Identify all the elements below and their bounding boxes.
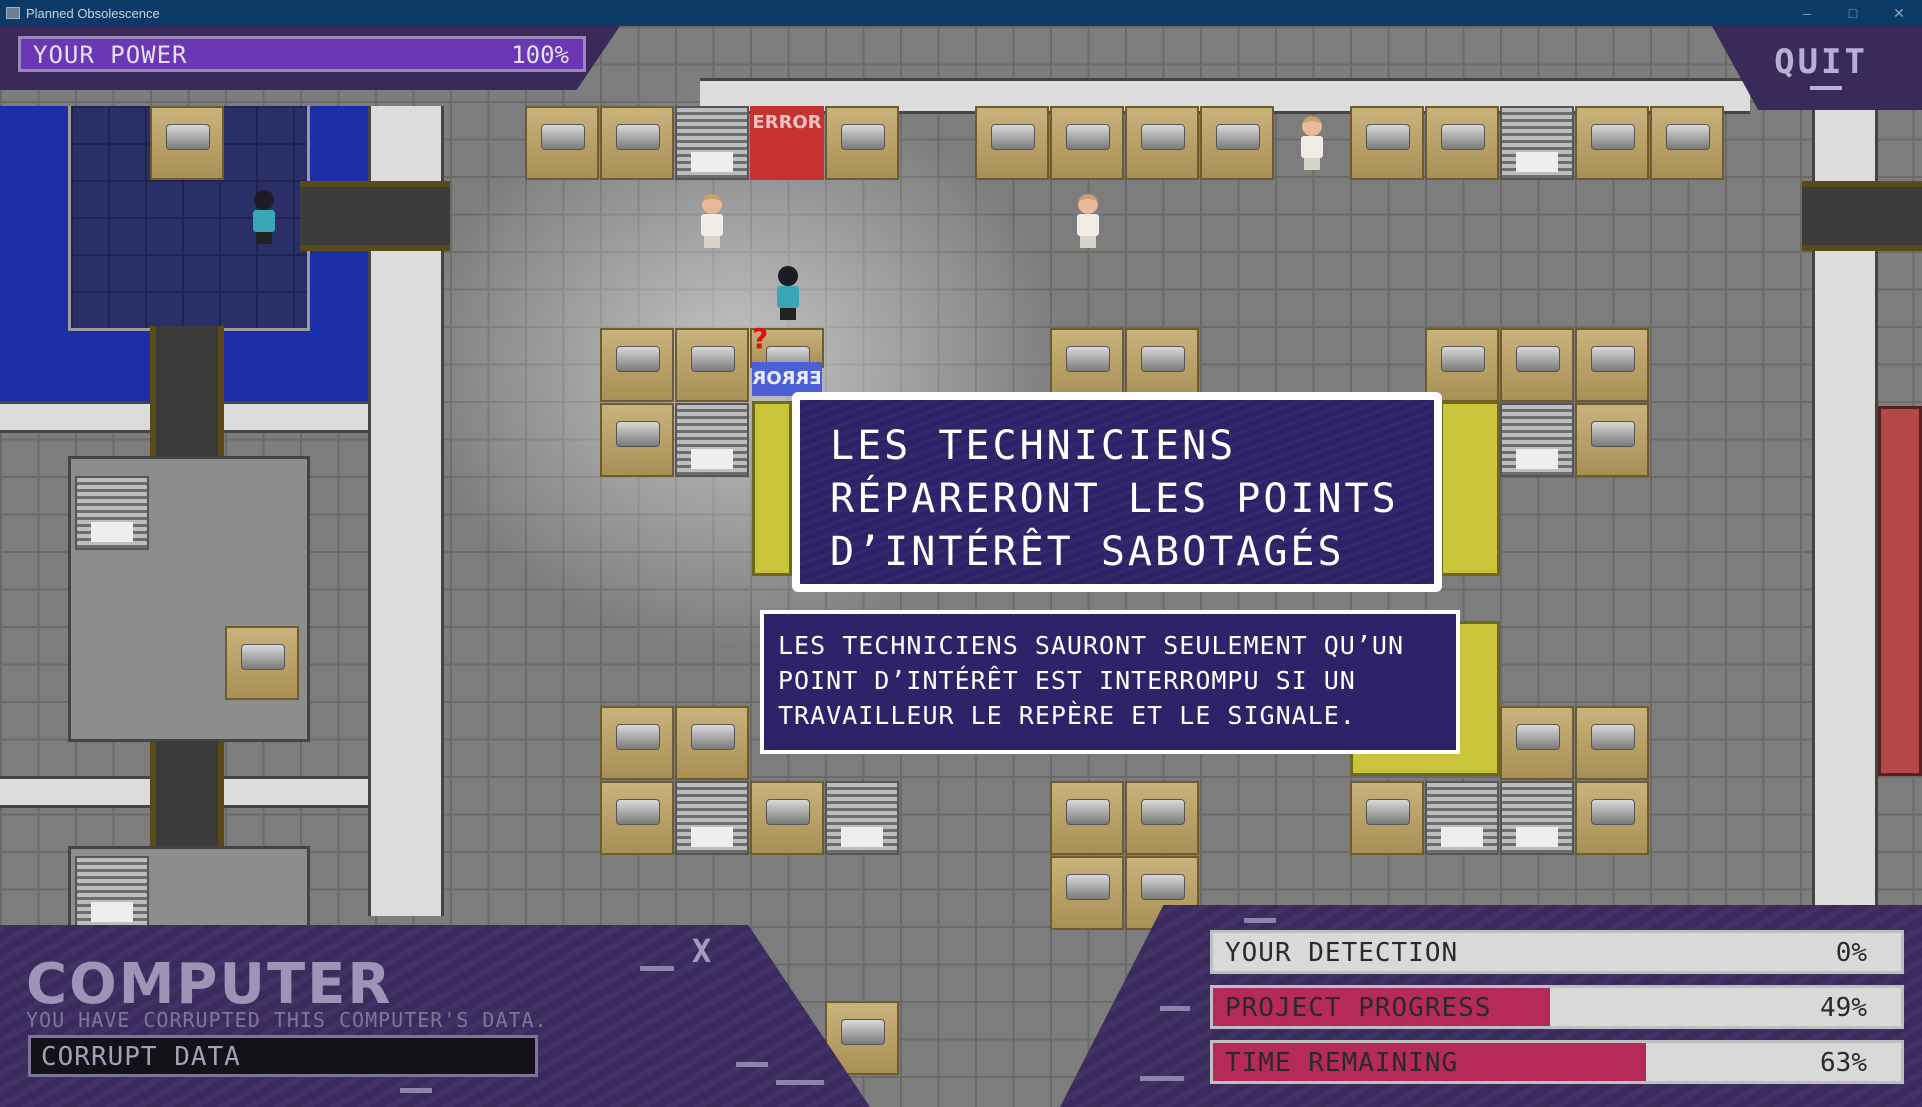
computer-desk[interactable] <box>1125 106 1199 180</box>
server-rack[interactable] <box>1500 781 1574 855</box>
panel-decoration <box>776 1080 824 1085</box>
computer-desk[interactable] <box>1125 781 1199 855</box>
power-bar: YOUR POWER 100% <box>18 36 586 72</box>
project-progress-bar: PROJECT PROGRESS 49% <box>1210 985 1904 1029</box>
server-rack[interactable] <box>1425 781 1499 855</box>
computer-desk[interactable] <box>600 781 674 855</box>
technician-sprite <box>1072 194 1104 250</box>
error-label-mirrored: ERROR <box>752 368 822 389</box>
computer-desk[interactable] <box>600 706 674 780</box>
server-rack[interactable] <box>1500 403 1574 477</box>
walkway-horizontal <box>300 181 450 251</box>
maximize-icon[interactable]: □ <box>1830 0 1876 26</box>
panel-decoration <box>736 1062 768 1067</box>
computer-desk[interactable] <box>1200 106 1274 180</box>
computer-desk[interactable] <box>825 106 899 180</box>
window-titlebar: Planned Obsolescence – □ ✕ <box>0 0 1922 26</box>
computer-desk[interactable] <box>1050 781 1124 855</box>
computer-desk[interactable] <box>600 106 674 180</box>
computer-desk[interactable] <box>525 106 599 180</box>
coworker-sprite <box>248 190 280 246</box>
project-progress-label: PROJECT PROGRESS <box>1225 993 1492 1023</box>
panel-decoration <box>1140 1076 1184 1081</box>
computer-desk[interactable] <box>1500 706 1574 780</box>
walkway-vertical <box>150 326 224 476</box>
tutorial-body: LES TECHNICIENS SAURONT SEULEMENT QU’UN … <box>778 631 1404 730</box>
computer-desk[interactable] <box>1125 328 1199 402</box>
panel-decoration <box>1244 918 1276 923</box>
computer-desk[interactable] <box>675 706 749 780</box>
computer-desk[interactable] <box>600 403 674 477</box>
server-rack[interactable] <box>675 403 749 477</box>
error-flag-blue[interactable]: ERROR <box>752 362 822 396</box>
walkway-horizontal-right <box>1802 181 1922 251</box>
computer-desk[interactable] <box>1575 781 1649 855</box>
server-rack[interactable] <box>675 106 749 180</box>
yellow-barrier <box>752 401 792 576</box>
server-rack[interactable] <box>1500 106 1574 180</box>
red-door <box>1878 406 1922 776</box>
computer-desk[interactable] <box>600 328 674 402</box>
app-icon <box>6 7 20 19</box>
panel-decoration <box>1160 1006 1190 1011</box>
server-rack[interactable] <box>75 476 149 550</box>
computer-desk[interactable] <box>1575 706 1649 780</box>
technician-sprite <box>696 194 728 250</box>
detection-label: YOUR DETECTION <box>1225 938 1459 968</box>
computer-desk[interactable] <box>1350 106 1424 180</box>
tutorial-title-box: LES TECHNICIENS RÉPARERONT LES POINTS D’… <box>792 392 1442 592</box>
time-remaining-value: 63% <box>1820 1048 1867 1078</box>
time-remaining-bar: TIME REMAINING 63% <box>1210 1040 1904 1084</box>
time-remaining-label: TIME REMAINING <box>1225 1048 1459 1078</box>
computer-desk[interactable] <box>150 106 224 180</box>
minimize-icon[interactable]: – <box>1784 0 1830 26</box>
server-rack[interactable] <box>675 781 749 855</box>
computer-desk[interactable] <box>1575 403 1649 477</box>
computer-desk[interactable] <box>1425 328 1499 402</box>
project-progress-value: 49% <box>1820 993 1867 1023</box>
computer-desk[interactable] <box>225 626 299 700</box>
panel-decoration <box>640 966 674 971</box>
server-rack[interactable] <box>75 856 149 930</box>
computer-desk[interactable] <box>975 106 1049 180</box>
tutorial-title: LES TECHNICIENS RÉPARERONT LES POINTS D’… <box>830 423 1399 575</box>
detection-value: 0% <box>1835 938 1867 968</box>
tutorial-body-box: LES TECHNICIENS SAURONT SEULEMENT QU’UN … <box>760 610 1460 754</box>
power-value: 100% <box>511 41 569 69</box>
error-sabotaged-point[interactable]: ERROR <box>750 106 824 180</box>
corrupt-data-button[interactable]: CORRUPT DATA <box>28 1035 538 1077</box>
yellow-barrier <box>1440 401 1500 576</box>
detection-bar: YOUR DETECTION 0% <box>1210 930 1904 974</box>
window-controls: – □ ✕ <box>1784 0 1922 26</box>
player-sprite <box>772 266 804 322</box>
computer-desk[interactable] <box>1650 106 1724 180</box>
error-label: ERROR <box>752 112 822 133</box>
computer-desk[interactable] <box>1050 106 1124 180</box>
computer-desk[interactable] <box>1575 106 1649 180</box>
computer-desk[interactable] <box>675 328 749 402</box>
quit-button[interactable]: QUIT <box>1774 42 1868 90</box>
computer-desk[interactable] <box>1350 781 1424 855</box>
server-rack[interactable] <box>825 781 899 855</box>
question-mark-icon: ? <box>752 322 768 355</box>
panel-decoration <box>400 1088 432 1093</box>
close-icon[interactable]: X <box>692 932 711 970</box>
computer-desk[interactable] <box>1575 328 1649 402</box>
close-window-icon[interactable]: ✕ <box>1876 0 1922 26</box>
power-label: YOUR POWER <box>33 41 188 69</box>
computer-desk[interactable] <box>1050 328 1124 402</box>
computer-status-text: YOU HAVE CORRUPTED THIS COMPUTER'S DATA. <box>26 1008 548 1032</box>
window-title: Planned Obsolescence <box>26 5 160 21</box>
computer-desk[interactable] <box>1050 856 1124 930</box>
alert-mark: ? <box>752 322 769 355</box>
computer-desk[interactable] <box>1500 328 1574 402</box>
technician-sprite <box>1296 116 1328 172</box>
computer-desk[interactable] <box>750 781 824 855</box>
computer-desk[interactable] <box>1425 106 1499 180</box>
